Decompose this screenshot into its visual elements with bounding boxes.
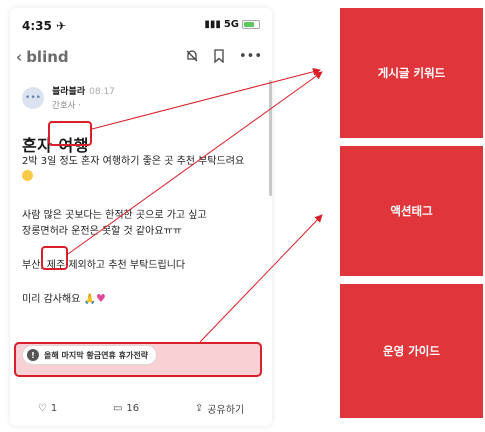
scrollbar[interactable] — [269, 80, 272, 196]
post-paragraph-2: 사람 많은 곳보다는 한적한 곳으로 가고 싶고장롱면허라 운전은 못할 것 같… — [22, 208, 266, 240]
status-bar: 4:35 ✈ ▮▮▮ 5G — [10, 8, 272, 42]
like-count: 1 — [50, 402, 58, 414]
nav-bar: ‹ blind ••• — [10, 44, 272, 74]
action-bar: ♡ 1 ▭ 16 ⇪ 공유하기 — [10, 394, 272, 422]
author-role: 간호사 · — [52, 101, 81, 111]
comment-icon: ▭ — [112, 402, 123, 414]
post-paragraph-1: 2박 3일 정도 혼자 여행하기 좋은 곳 추천 부탁드려요 — [22, 154, 266, 186]
network-label: 5G — [223, 19, 239, 30]
author-name[interactable]: 블라블라 — [52, 87, 85, 97]
post-body-line: 2박 3일 정도 혼자 여행하기 좋은 곳 추천 부탁드려요 — [22, 156, 245, 167]
like-button[interactable]: ♡ 1 — [38, 403, 57, 414]
author-line: 블라블라 08.17 — [52, 84, 115, 97]
nav-icons: ••• — [185, 49, 262, 67]
keyword-highlight-body — [41, 246, 68, 270]
status-indicators: ▮▮▮ 5G — [204, 19, 260, 30]
label-guide: 운영 가이드 — [340, 284, 483, 418]
status-time: 4:35 ✈ — [22, 19, 67, 33]
bookmark-icon[interactable] — [213, 49, 225, 67]
heart-icon: ♡ — [37, 402, 47, 414]
post-time: 08.17 — [89, 87, 115, 97]
back-button[interactable]: ‹ blind — [16, 48, 69, 66]
share-label: 공유하기 — [207, 404, 245, 416]
share-button[interactable]: ⇪ 공유하기 — [195, 401, 244, 416]
action-tag-label: 올해 마지막 황금연휴 휴가전략 — [44, 350, 149, 360]
avatar: ••• — [22, 87, 44, 109]
post-paragraph-4: 미리 감사해요 🙏♥ — [22, 291, 266, 308]
label-action-tag: 액션태그 — [340, 146, 483, 276]
post-body-line: 사람 많은 곳보다는 한적한 곳으로 가고 싶고 — [22, 210, 207, 221]
more-icon[interactable]: ••• — [239, 49, 262, 67]
post-body-line: 장롱면허라 운전은 못할 것 같아요ㅠㅠ — [22, 226, 182, 237]
heart-emoji-icon: ♥ — [96, 292, 106, 305]
battery-icon — [242, 20, 260, 29]
label-keyword: 게시글 키워드 — [340, 8, 483, 138]
keyword-highlight-title — [48, 121, 92, 146]
chevron-left-icon: ‹ — [16, 48, 23, 66]
share-icon: ⇪ — [194, 402, 204, 414]
signal-icon: ▮▮▮ — [204, 19, 221, 30]
info-icon: ! — [27, 349, 39, 361]
comment-count: 16 — [126, 402, 140, 414]
smile-emoji-icon — [22, 170, 33, 181]
notification-off-icon[interactable] — [185, 49, 199, 67]
author-info: ••• 블라블라 08.17 간호사 · — [22, 84, 115, 111]
back-label: blind — [26, 48, 69, 66]
action-tag-pill[interactable]: ! 올해 마지막 황금연휴 휴가전략 — [22, 345, 158, 365]
post-body-line: 미리 감사해요 — [22, 294, 81, 305]
hands-emoji-icon: 🙏 — [83, 294, 97, 305]
comment-button[interactable]: ▭ 16 — [113, 403, 139, 414]
